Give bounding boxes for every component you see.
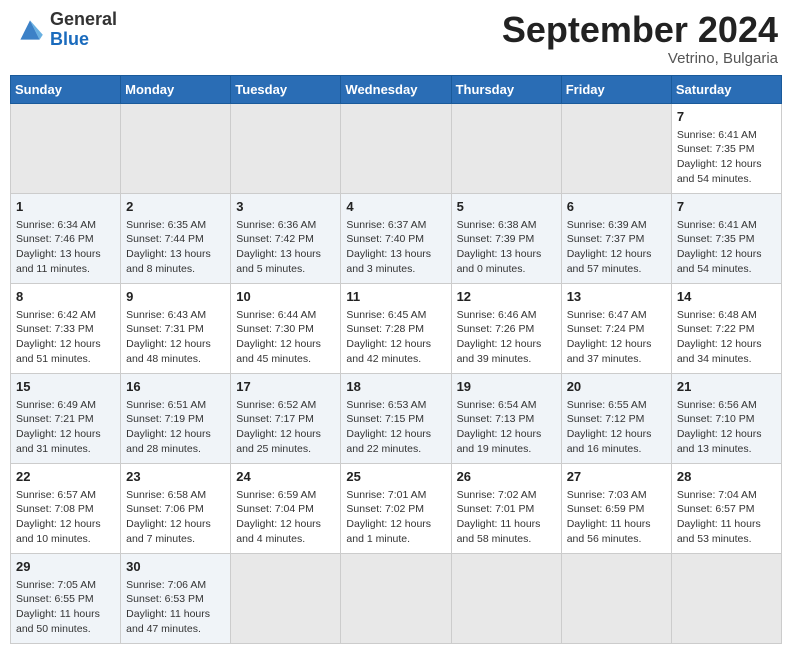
- cell-empty: [561, 103, 671, 193]
- day-number: 30: [126, 558, 225, 576]
- day-number: 2: [126, 198, 225, 216]
- day-number: 21: [677, 378, 776, 396]
- logo-blue-text: Blue: [50, 30, 117, 50]
- day-cell-7: 7 Sunrise: 6:41 AMSunset: 7:35 PMDayligh…: [671, 103, 781, 193]
- day-cell-14: 14 Sunrise: 6:48 AMSunset: 7:22 PMDaylig…: [671, 283, 781, 373]
- day-cell-8: 8 Sunrise: 6:42 AMSunset: 7:33 PMDayligh…: [11, 283, 121, 373]
- day-number: 3: [236, 198, 335, 216]
- day-number: 27: [567, 468, 666, 486]
- day-number: 28: [677, 468, 776, 486]
- day-cell-27: 27 Sunrise: 7:03 AMSunset: 6:59 PMDaylig…: [561, 463, 671, 553]
- col-wednesday: Wednesday: [341, 75, 451, 103]
- cell-empty: [231, 103, 341, 193]
- cell-empty: [341, 553, 451, 643]
- cell-empty: [341, 103, 451, 193]
- cell-empty: [121, 103, 231, 193]
- calendar-row-5: 22 Sunrise: 6:57 AMSunset: 7:08 PMDaylig…: [11, 463, 782, 553]
- day-cell-13: 13 Sunrise: 6:47 AMSunset: 7:24 PMDaylig…: [561, 283, 671, 373]
- calendar-row-6: 29 Sunrise: 7:05 AMSunset: 6:55 PMDaylig…: [11, 553, 782, 643]
- day-cell-5: 5 Sunrise: 6:38 AMSunset: 7:39 PMDayligh…: [451, 193, 561, 283]
- day-cell-3: 3 Sunrise: 6:36 AMSunset: 7:42 PMDayligh…: [231, 193, 341, 283]
- day-number: 7: [677, 198, 776, 216]
- day-cell-9: 9 Sunrise: 6:43 AMSunset: 7:31 PMDayligh…: [121, 283, 231, 373]
- day-number: 25: [346, 468, 445, 486]
- col-saturday: Saturday: [671, 75, 781, 103]
- col-monday: Monday: [121, 75, 231, 103]
- day-number: 17: [236, 378, 335, 396]
- cell-empty: [231, 553, 341, 643]
- logo-icon: [14, 14, 46, 46]
- day-number: 23: [126, 468, 225, 486]
- day-cell-30: 30 Sunrise: 7:06 AMSunset: 6:53 PMDaylig…: [121, 553, 231, 643]
- day-cell-10: 10 Sunrise: 6:44 AMSunset: 7:30 PMDaylig…: [231, 283, 341, 373]
- cell-empty: [451, 103, 561, 193]
- day-number: 1: [16, 198, 115, 216]
- title-block: September 2024 Vetrino, Bulgaria: [502, 10, 778, 67]
- col-thursday: Thursday: [451, 75, 561, 103]
- col-tuesday: Tuesday: [231, 75, 341, 103]
- day-cell-7b: 7 Sunrise: 6:41 AMSunset: 7:35 PMDayligh…: [671, 193, 781, 283]
- calendar-row-4: 15 Sunrise: 6:49 AMSunset: 7:21 PMDaylig…: [11, 373, 782, 463]
- day-number: 19: [457, 378, 556, 396]
- cell-empty: [451, 553, 561, 643]
- day-cell-24: 24 Sunrise: 6:59 AMSunset: 7:04 PMDaylig…: [231, 463, 341, 553]
- day-cell-6: 6 Sunrise: 6:39 AMSunset: 7:37 PMDayligh…: [561, 193, 671, 283]
- day-cell-19: 19 Sunrise: 6:54 AMSunset: 7:13 PMDaylig…: [451, 373, 561, 463]
- day-number: 8: [16, 288, 115, 306]
- day-number: 29: [16, 558, 115, 576]
- cell-empty: [561, 553, 671, 643]
- day-number: 24: [236, 468, 335, 486]
- col-sunday: Sunday: [11, 75, 121, 103]
- day-number: 26: [457, 468, 556, 486]
- day-number: 10: [236, 288, 335, 306]
- day-number: 5: [457, 198, 556, 216]
- calendar-header-row: Sunday Monday Tuesday Wednesday Thursday…: [11, 75, 782, 103]
- day-cell-12: 12 Sunrise: 6:46 AMSunset: 7:26 PMDaylig…: [451, 283, 561, 373]
- cell-empty: [671, 553, 781, 643]
- day-cell-28: 28 Sunrise: 7:04 AMSunset: 6:57 PMDaylig…: [671, 463, 781, 553]
- calendar-row-2: 1 Sunrise: 6:34 AMSunset: 7:46 PMDayligh…: [11, 193, 782, 283]
- day-cell-2: 2 Sunrise: 6:35 AMSunset: 7:44 PMDayligh…: [121, 193, 231, 283]
- day-number: 6: [567, 198, 666, 216]
- cell-empty: [11, 103, 121, 193]
- col-friday: Friday: [561, 75, 671, 103]
- logo: General Blue: [14, 10, 117, 50]
- day-cell-29: 29 Sunrise: 7:05 AMSunset: 6:55 PMDaylig…: [11, 553, 121, 643]
- day-cell-25: 25 Sunrise: 7:01 AMSunset: 7:02 PMDaylig…: [341, 463, 451, 553]
- day-number: 13: [567, 288, 666, 306]
- day-cell-23: 23 Sunrise: 6:58 AMSunset: 7:06 PMDaylig…: [121, 463, 231, 553]
- day-cell-16: 16 Sunrise: 6:51 AMSunset: 7:19 PMDaylig…: [121, 373, 231, 463]
- day-number: 15: [16, 378, 115, 396]
- day-number: 12: [457, 288, 556, 306]
- day-cell-22: 22 Sunrise: 6:57 AMSunset: 7:08 PMDaylig…: [11, 463, 121, 553]
- day-number: 14: [677, 288, 776, 306]
- day-cell-11: 11 Sunrise: 6:45 AMSunset: 7:28 PMDaylig…: [341, 283, 451, 373]
- location-text: Vetrino, Bulgaria: [502, 50, 778, 67]
- day-cell-1: 1 Sunrise: 6:34 AMSunset: 7:46 PMDayligh…: [11, 193, 121, 283]
- day-cell-17: 17 Sunrise: 6:52 AMSunset: 7:17 PMDaylig…: [231, 373, 341, 463]
- day-cell-20: 20 Sunrise: 6:55 AMSunset: 7:12 PMDaylig…: [561, 373, 671, 463]
- day-cell-15: 15 Sunrise: 6:49 AMSunset: 7:21 PMDaylig…: [11, 373, 121, 463]
- day-cell-18: 18 Sunrise: 6:53 AMSunset: 7:15 PMDaylig…: [341, 373, 451, 463]
- day-number: 18: [346, 378, 445, 396]
- day-cell-4: 4 Sunrise: 6:37 AMSunset: 7:40 PMDayligh…: [341, 193, 451, 283]
- day-number: 16: [126, 378, 225, 396]
- day-number: 20: [567, 378, 666, 396]
- day-number: 11: [346, 288, 445, 306]
- logo-general-text: General: [50, 10, 117, 30]
- month-title: September 2024: [502, 10, 778, 50]
- calendar-row-1: 7 Sunrise: 6:41 AMSunset: 7:35 PMDayligh…: [11, 103, 782, 193]
- calendar-table: Sunday Monday Tuesday Wednesday Thursday…: [10, 75, 782, 644]
- day-number: 7: [677, 108, 776, 126]
- calendar-row-3: 8 Sunrise: 6:42 AMSunset: 7:33 PMDayligh…: [11, 283, 782, 373]
- day-number: 9: [126, 288, 225, 306]
- day-cell-21: 21 Sunrise: 6:56 AMSunset: 7:10 PMDaylig…: [671, 373, 781, 463]
- day-cell-26: 26 Sunrise: 7:02 AMSunset: 7:01 PMDaylig…: [451, 463, 561, 553]
- day-number: 22: [16, 468, 115, 486]
- day-number: 4: [346, 198, 445, 216]
- page-header: General Blue September 2024 Vetrino, Bul…: [10, 10, 782, 67]
